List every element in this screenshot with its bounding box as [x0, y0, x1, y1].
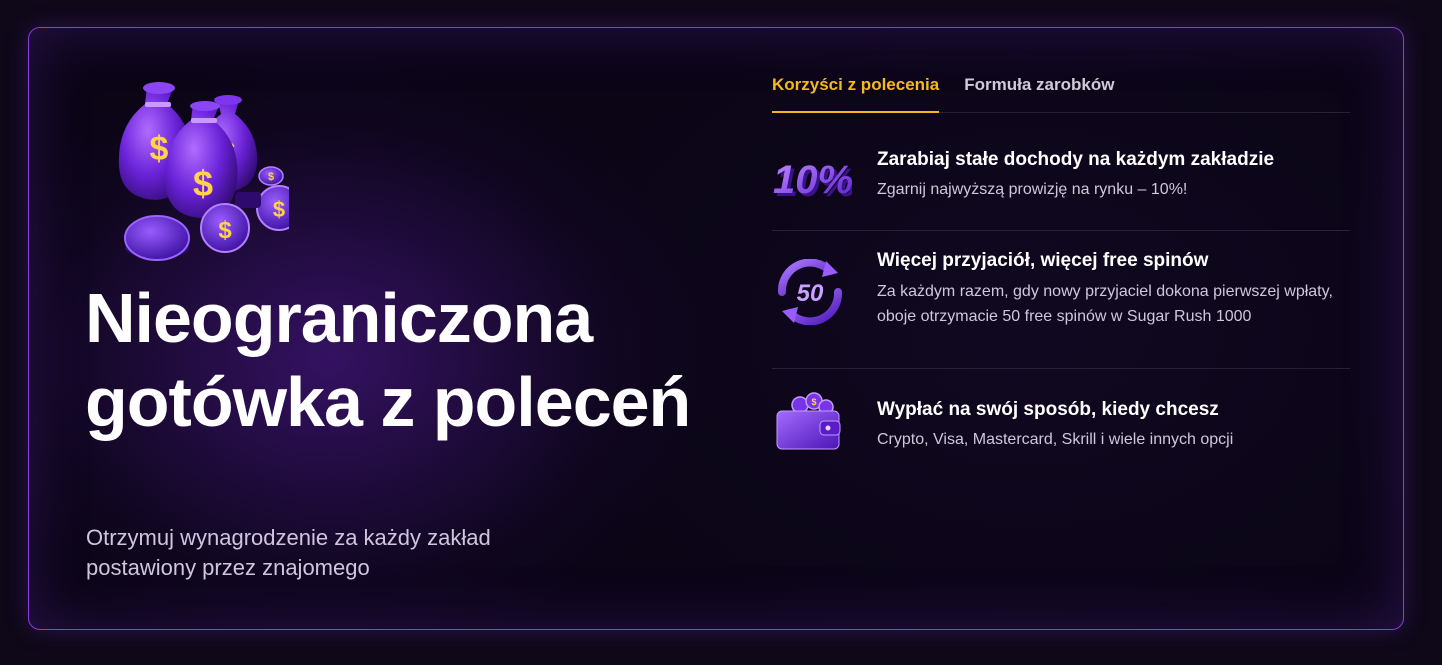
- svg-text:$: $: [150, 130, 169, 168]
- benefit-title: Zarabiaj stałe dochody na każdym zakładz…: [877, 149, 1275, 170]
- wallet-icon: $: [772, 391, 852, 455]
- svg-text:$: $: [811, 397, 816, 407]
- money-bags-coins-icon: $ $ $ $ $ $: [89, 78, 302, 263]
- benefits-list: 10% 10% Zarabiaj stałe dochody na każdym…: [772, 128, 1350, 479]
- svg-text:$: $: [193, 163, 213, 204]
- svg-text:$: $: [218, 217, 232, 244]
- tab-bar: Korzyści z polecenia Formuła zarobków: [772, 72, 1350, 113]
- benefit-title: Wypłać na swój sposób, kiedy chcesz: [877, 399, 1219, 420]
- referral-card: $ $ $ $ $ $ Nieograniczona gotówka z pol…: [28, 27, 1404, 630]
- benefit-item: $ Wypłać na swój sposób, kiedy chcesz Cr…: [772, 369, 1350, 479]
- benefit-description: Zgarnij najwyższą prowizję na rynku – 10…: [877, 181, 1188, 198]
- ten-percent-text: 10%: [773, 158, 852, 202]
- ten-percent-icon: 10% 10%: [772, 148, 856, 212]
- tab-earnings-formula[interactable]: Formuła zarobków: [964, 72, 1114, 108]
- benefit-description: Za każdym razem, gdy nowy przyjaciel dok…: [877, 283, 1333, 325]
- fifty-spins-text: 50: [797, 280, 824, 307]
- hero-subtitle: Otrzymuj wynagrodzenie za każdy zakład p…: [86, 525, 491, 580]
- hero-title: Nieograniczona gotówka z poleceń: [85, 279, 691, 441]
- svg-text:$: $: [273, 197, 285, 222]
- tab-referral-benefits[interactable]: Korzyści z polecenia: [772, 72, 940, 113]
- svg-text:$: $: [268, 171, 274, 183]
- benefit-item: 10% 10% Zarabiaj stałe dochody na każdym…: [772, 128, 1350, 231]
- benefit-title: Więcej przyjaciół, więcej free spinów: [877, 250, 1209, 271]
- fifty-spins-icon: 50: [772, 258, 852, 326]
- benefit-description: Crypto, Visa, Mastercard, Skrill i wiele…: [877, 431, 1234, 448]
- benefit-item: 50 Więcej przyjaciół, więcej free spinów…: [772, 231, 1350, 369]
